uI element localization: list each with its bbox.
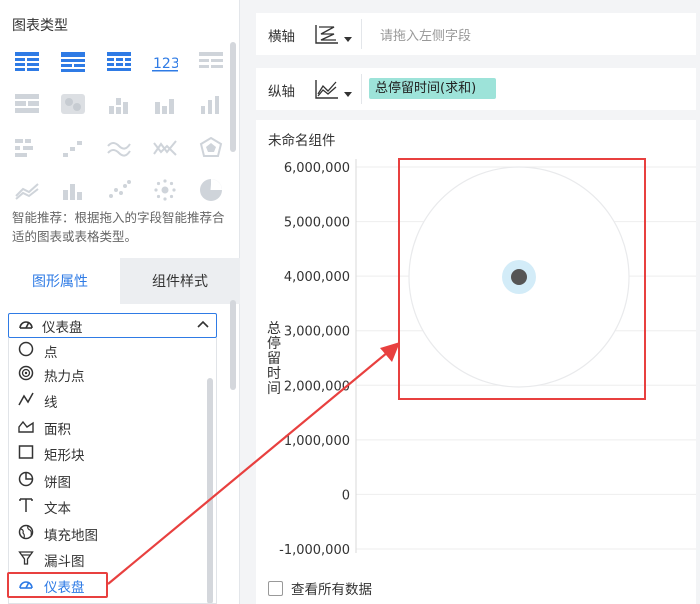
axis-divider: [361, 19, 362, 49]
dropdown-item-label: 线: [44, 395, 58, 411]
view-all-label: 查看所有数据: [291, 582, 372, 598]
y-axis-title-char: 留: [267, 351, 281, 367]
dropdown-item-area[interactable]: 面积: [9, 415, 204, 441]
block-matrix-icon[interactable]: [12, 90, 42, 118]
gauge-hub-inner: [511, 269, 527, 285]
rectangle-icon: [18, 444, 34, 464]
annotation-highlight-gauge: [7, 572, 108, 598]
dropdown-item-line[interactable]: 线: [9, 388, 204, 414]
y-tick-label: 5,000,000: [284, 216, 350, 231]
dropdown-item-label: 矩形块: [44, 448, 85, 464]
dropdown-item-label: 填充地图: [44, 528, 98, 544]
properties-scrollbar[interactable]: [230, 300, 236, 390]
combo-bar-icon[interactable]: [58, 176, 88, 204]
heat-point-icon: [18, 365, 34, 385]
view-all-data[interactable]: 查看所有数据: [268, 578, 372, 598]
view-all-checkbox[interactable]: [268, 580, 283, 596]
chart-types-scrollbar[interactable]: [230, 42, 236, 152]
grouped-table-icon[interactable]: [58, 48, 88, 76]
cross-table-icon[interactable]: [104, 48, 134, 76]
y-axis-title-char: 时: [267, 366, 281, 382]
chart-type-select[interactable]: 仪表盘: [8, 313, 217, 338]
property-tabs: 图形属性 组件样式: [0, 258, 240, 304]
y-tick-label: 1,000,000: [284, 434, 350, 449]
y-axis-title-char: 总: [267, 321, 281, 337]
table-icon[interactable]: [12, 48, 42, 76]
dropdown-item-label: 点: [44, 345, 58, 361]
x-axis-row: 横轴 请拖入左侧字段: [256, 13, 696, 55]
scatter-icon[interactable]: [104, 176, 134, 204]
area-icon: [18, 418, 34, 438]
dropdown-item-label: 面积: [44, 422, 71, 438]
svg-text:123: 123: [153, 56, 178, 72]
area-chart-icon[interactable]: [12, 176, 42, 204]
dropdown-item-fill-map[interactable]: 填充地图: [9, 521, 204, 547]
dropdown-item-funnel[interactable]: 漏斗图: [9, 547, 204, 573]
smart-recommend-tip: 智能推荐：根据拖入的字段智能推荐合适的图表或表格类型。: [12, 210, 225, 244]
dropdown-item-rectangle[interactable]: 矩形块: [9, 441, 204, 467]
circle-icon: [18, 341, 34, 361]
radar-icon[interactable]: [196, 134, 226, 162]
heatmap-icon[interactable]: [58, 90, 88, 118]
left-panel: 图表类型 123 智能推荐：根据拖入的字段智能推荐合适的图表或表格类型。 图形属…: [0, 0, 240, 604]
y-axis-row: 纵轴 总停留时间(求和): [256, 68, 696, 110]
stacked-bar-icon[interactable]: [104, 90, 134, 118]
funnel-icon: [18, 550, 34, 570]
step-chart-icon[interactable]: [58, 134, 88, 162]
bubble-icon[interactable]: [150, 176, 180, 204]
dropdown-item-text[interactable]: 文本: [9, 494, 204, 520]
select-value: 仪表盘: [42, 319, 83, 336]
kpi-number-icon[interactable]: 123: [150, 48, 180, 76]
gauge-icon: [18, 316, 34, 336]
tab-component-style[interactable]: 组件样式: [120, 258, 240, 304]
y-axis-field-chip[interactable]: 总停留时间(求和): [369, 78, 497, 99]
column-chart-icon[interactable]: [196, 90, 226, 118]
chart-types-title: 图表类型: [12, 18, 68, 34]
chart-area: 6,000,000 5,000,000 4,000,000 3,000,000 2,00…: [267, 159, 696, 558]
y-tick-label: 3,000,000: [284, 325, 350, 340]
y-axis-title-char: 停: [267, 335, 281, 352]
chart-card: 未命名组件 6,000,000 5,000,000 4,000,000 3,000,0…: [256, 120, 696, 604]
dropdown-item-pie[interactable]: 饼图: [9, 468, 204, 494]
bar-chart-icon[interactable]: [150, 90, 180, 118]
dropdown-item-heat-point[interactable]: 热力点: [9, 362, 204, 388]
dropdown-item-point[interactable]: 点: [9, 338, 204, 364]
gantt-icon[interactable]: [12, 134, 42, 162]
y-tick-label: 2,000,000: [284, 379, 350, 394]
y-tick-label: 4,000,000: [284, 270, 350, 285]
dropdown-item-label: 漏斗图: [44, 554, 85, 570]
dropdown-item-label: 饼图: [44, 475, 71, 491]
x-axis-type-icon[interactable]: [314, 23, 340, 49]
pie-chart-icon[interactable]: [196, 176, 226, 204]
caret-down-icon[interactable]: [344, 37, 352, 42]
detail-table-icon[interactable]: [196, 48, 226, 76]
globe-icon: [18, 524, 34, 544]
y-tick-label: -1,000,000: [279, 543, 350, 558]
dropdown-scrollbar[interactable]: [207, 378, 213, 603]
line-icon: [18, 391, 34, 411]
x-axis-drop-field[interactable]: 请拖入左侧字段: [380, 25, 471, 44]
pie-icon: [18, 471, 34, 491]
x-axis-label: 横轴: [268, 29, 295, 45]
y-axis-type-icon[interactable]: [314, 78, 340, 104]
y-tick-label: 6,000,000: [284, 161, 350, 176]
y-axis-label: 纵轴: [268, 84, 295, 100]
chevron-up-icon: [196, 318, 210, 336]
multi-line-icon[interactable]: [104, 134, 134, 162]
caret-down-icon[interactable]: [344, 92, 352, 97]
y-tick-label: 0: [342, 488, 350, 503]
line-chart-icon[interactable]: [150, 134, 180, 162]
dropdown-item-label: 文本: [44, 501, 71, 517]
y-axis-title-char: 间: [267, 381, 281, 397]
axis-divider: [361, 74, 362, 104]
dropdown-item-label: 热力点: [44, 369, 85, 385]
tab-graphic-properties[interactable]: 图形属性: [0, 258, 120, 304]
text-icon: [18, 497, 34, 517]
chart-type-dropdown: 点 热力点 线 面积 矩形块 饼图 文本 填充地图 漏斗图 仪表盘: [8, 338, 217, 604]
